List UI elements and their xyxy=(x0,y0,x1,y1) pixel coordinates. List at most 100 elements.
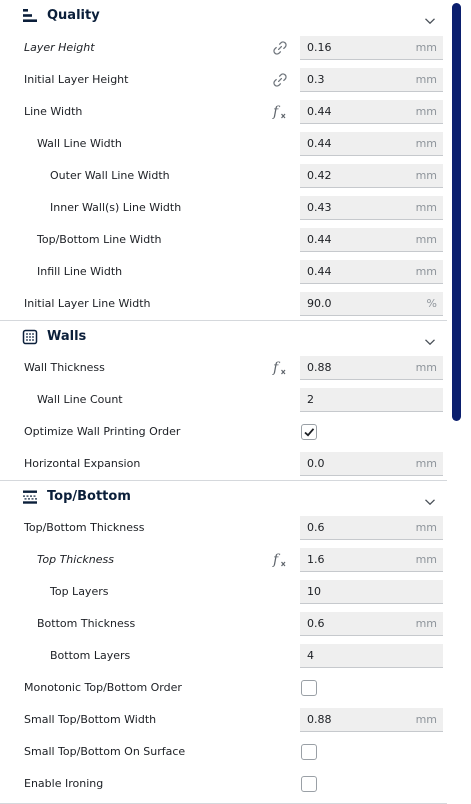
input-value: 0.44 xyxy=(307,265,332,278)
unit-label: mm xyxy=(415,201,437,214)
unit-label: mm xyxy=(415,553,437,566)
unit-label: mm xyxy=(415,521,437,534)
setting-label: Wall Line Width xyxy=(37,137,122,150)
settings-panel: Quality Layer Height 0.16 mm Initial Layer H… xyxy=(0,0,447,804)
quality-icon xyxy=(22,8,38,24)
unit-label: mm xyxy=(415,233,437,246)
unit-label: mm xyxy=(415,41,437,54)
setting-label: Wall Line Count xyxy=(37,393,123,406)
setting-row-enable-ironing: Enable Ironing xyxy=(0,768,447,800)
value-input[interactable]: 0.6 mm xyxy=(300,516,443,540)
value-input[interactable]: 1.6 mm xyxy=(300,548,443,572)
svg-text:f: f xyxy=(272,552,281,568)
input-value: 0.6 xyxy=(307,521,325,534)
section-header-top-bottom[interactable]: Top/Bottom xyxy=(0,480,447,512)
value-input[interactable]: 0.88 mm xyxy=(300,708,443,732)
section-header-walls[interactable]: Walls xyxy=(0,320,447,352)
setting-row-infill-line-width: Infill Line Width 0.44 mm xyxy=(0,256,447,288)
chevron-down-icon[interactable] xyxy=(424,332,436,346)
setting-row-optimize-wall-printing-order: Optimize Wall Printing Order xyxy=(0,416,447,448)
setting-label: Initial Layer Height xyxy=(24,73,129,86)
input-value: 0.44 xyxy=(307,137,332,150)
input-value: 0.16 xyxy=(307,41,332,54)
walls-icon xyxy=(22,329,38,345)
setting-label: Monotonic Top/Bottom Order xyxy=(24,681,182,694)
svg-text:f: f xyxy=(272,360,281,376)
setting-label: Small Top/Bottom Width xyxy=(24,713,157,726)
setting-label: Horizontal Expansion xyxy=(24,457,141,470)
value-input[interactable]: 90.0% xyxy=(300,292,443,316)
chevron-down-icon[interactable] xyxy=(424,492,436,506)
value-input[interactable]: 0.16 mm xyxy=(300,36,443,60)
value-input[interactable]: 4 xyxy=(300,644,443,668)
link-icon[interactable] xyxy=(271,71,289,89)
input-value: 0.0 xyxy=(307,457,325,470)
input-value: 10 xyxy=(307,585,321,598)
setting-row-wall-thickness: Wall Thickness f 0.88 mm xyxy=(0,352,447,384)
setting-row-small-top-bottom-on-surface: Small Top/Bottom On Surface xyxy=(0,736,447,768)
value-input[interactable]: 0.44 mm xyxy=(300,100,443,124)
value-input[interactable]: 0.0 mm xyxy=(300,452,443,476)
input-value: 0.44 xyxy=(307,233,332,246)
scrollbar-thumb[interactable] xyxy=(452,3,461,421)
setting-label: Wall Thickness xyxy=(24,361,105,374)
value-input[interactable]: 0.42 mm xyxy=(300,164,443,188)
value-input[interactable]: 0.44 mm xyxy=(300,260,443,284)
input-value: 4 xyxy=(307,649,314,662)
top-bottom-icon xyxy=(22,489,38,505)
input-value: 90.0 xyxy=(307,297,332,310)
setting-row-wall-line-count: Wall Line Count 2 xyxy=(0,384,447,416)
function-icon[interactable]: f xyxy=(271,551,289,569)
input-value: 0.3 xyxy=(307,73,325,86)
checkbox[interactable] xyxy=(301,680,317,696)
setting-row-initial-layer-height: Initial Layer Height 0.3 mm xyxy=(0,64,447,96)
setting-label: Top Thickness xyxy=(37,553,114,566)
setting-label: Bottom Layers xyxy=(50,649,131,662)
checkbox[interactable] xyxy=(301,744,317,760)
value-input[interactable]: 0.43 mm xyxy=(300,196,443,220)
setting-label: Line Width xyxy=(24,105,83,118)
value-input[interactable]: 10 xyxy=(300,580,443,604)
value-input[interactable]: 2 xyxy=(300,388,443,412)
input-value: 0.88 xyxy=(307,361,332,374)
section-header-quality[interactable]: Quality xyxy=(0,0,447,32)
value-input[interactable]: 0.3 mm xyxy=(300,68,443,92)
value-input[interactable]: 0.88 mm xyxy=(300,356,443,380)
function-icon[interactable]: f xyxy=(271,103,289,121)
setting-label: Infill Line Width xyxy=(37,265,123,278)
chevron-down-icon[interactable] xyxy=(424,11,436,25)
setting-row-wall-line-width: Wall Line Width 0.44 mm xyxy=(0,128,447,160)
setting-label: Bottom Thickness xyxy=(37,617,136,630)
unit-label: % xyxy=(426,297,437,310)
setting-label: Inner Wall(s) Line Width xyxy=(50,201,182,214)
setting-label: Initial Layer Line Width xyxy=(24,297,151,310)
setting-row-top-bottom-thickness: Top/Bottom Thickness 0.6 mm xyxy=(0,512,447,544)
setting-row-bottom-layers: Bottom Layers 4 xyxy=(0,640,447,672)
unit-label: mm xyxy=(415,73,437,86)
checkbox[interactable] xyxy=(301,776,317,792)
input-value: 0.88 xyxy=(307,713,332,726)
unit-label: mm xyxy=(415,105,437,118)
checkbox[interactable] xyxy=(301,424,317,440)
function-icon[interactable]: f xyxy=(271,359,289,377)
link-icon[interactable] xyxy=(271,39,289,57)
setting-label: Small Top/Bottom On Surface xyxy=(24,745,186,758)
unit-label: mm xyxy=(415,169,437,182)
setting-row-inner-wall-s-line-width: Inner Wall(s) Line Width 0.43 mm xyxy=(0,192,447,224)
setting-row-outer-wall-line-width: Outer Wall Line Width 0.42 mm xyxy=(0,160,447,192)
setting-row-initial-layer-line-width: Initial Layer Line Width 90.0% xyxy=(0,288,447,320)
unit-label: mm xyxy=(415,265,437,278)
section-title: Quality xyxy=(47,8,100,23)
setting-label: Optimize Wall Printing Order xyxy=(24,425,181,438)
value-input[interactable]: 0.44 mm xyxy=(300,228,443,252)
setting-row-line-width: Line Width f 0.44 mm xyxy=(0,96,447,128)
value-input[interactable]: 0.6 mm xyxy=(300,612,443,636)
unit-label: mm xyxy=(415,713,437,726)
section-title: Top/Bottom xyxy=(47,489,131,504)
svg-text:f: f xyxy=(272,104,281,120)
value-input[interactable]: 0.44 mm xyxy=(300,132,443,156)
setting-row-top-bottom-line-width: Top/Bottom Line Width 0.44 mm xyxy=(0,224,447,256)
input-value: 0.42 xyxy=(307,169,332,182)
unit-label: mm xyxy=(415,457,437,470)
input-value: 0.6 xyxy=(307,617,325,630)
